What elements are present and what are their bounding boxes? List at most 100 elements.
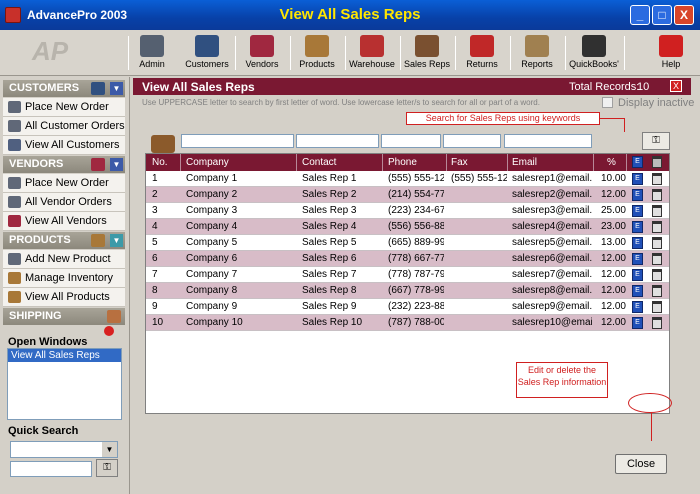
toolbar-separator bbox=[624, 36, 625, 70]
table-row[interactable]: 2 Company 2 Sales Rep 2 (214) 554-77 salesre… bbox=[146, 187, 669, 203]
open-windows-list[interactable]: View All Sales Reps bbox=[7, 348, 122, 420]
table-row[interactable]: 3 Company 3 Sales Rep 3 (223) 234-67 salesre… bbox=[146, 203, 669, 219]
trash-icon[interactable] bbox=[652, 269, 662, 281]
trash-icon[interactable] bbox=[652, 173, 662, 185]
edit-icon[interactable]: E bbox=[632, 301, 643, 313]
edit-icon[interactable]: E bbox=[632, 253, 643, 265]
trash-icon[interactable] bbox=[652, 285, 662, 297]
toolbar-button-help[interactable]: Help bbox=[647, 32, 695, 74]
sidebar-item-view-all-customers[interactable]: View All Customers bbox=[3, 136, 125, 155]
search-email-input[interactable] bbox=[504, 134, 592, 148]
toolbar-button-warehouse[interactable]: Warehouse bbox=[347, 32, 397, 74]
toolbar-button-label: Warehouse bbox=[349, 59, 395, 69]
search-contact-input[interactable] bbox=[296, 134, 379, 148]
sidebar-item-manage-inventory[interactable]: Manage Inventory bbox=[3, 269, 125, 288]
cell-percent: 25.00 bbox=[600, 205, 626, 216]
column-header-no[interactable]: No. bbox=[152, 157, 168, 168]
sidebar-item-customer-place-new-order[interactable]: Place New Order bbox=[3, 98, 125, 117]
sidebar-item-view-all-vendors[interactable]: View All Vendors bbox=[3, 212, 125, 231]
maximize-button[interactable]: □ bbox=[652, 5, 672, 25]
sidebar-item-all-vendor-orders[interactable]: All Vendor Orders bbox=[3, 193, 125, 212]
products-icon bbox=[305, 35, 329, 57]
products-section-header[interactable]: PRODUCTS ▼ bbox=[3, 232, 125, 249]
chevron-down-icon[interactable]: ▼ bbox=[102, 442, 117, 457]
chevron-down-icon[interactable]: ▼ bbox=[110, 234, 123, 247]
column-header-company[interactable]: Company bbox=[186, 157, 229, 168]
edit-icon[interactable]: E bbox=[632, 285, 643, 297]
chevron-down-icon[interactable]: ▼ bbox=[110, 82, 123, 95]
sidebar-item-view-all-products[interactable]: View All Products bbox=[3, 288, 125, 307]
cell-contact: Sales Rep 10 bbox=[302, 317, 363, 328]
cell-email: salesrep10@email bbox=[512, 317, 592, 328]
toolbar-separator bbox=[565, 36, 566, 70]
toolbar-button-customers[interactable]: Customers bbox=[182, 32, 232, 74]
toolbar-button-label: Admin bbox=[139, 59, 165, 69]
search-phone-input[interactable] bbox=[381, 134, 441, 148]
pin-icon[interactable] bbox=[104, 326, 114, 336]
warehouse-icon bbox=[360, 35, 384, 57]
table-row[interactable]: 5 Company 5 Sales Rep 5 (665) 889-99 salesre… bbox=[146, 235, 669, 251]
trash-icon[interactable] bbox=[652, 317, 662, 329]
edit-icon[interactable]: E bbox=[632, 173, 643, 185]
search-company-input[interactable] bbox=[181, 134, 294, 148]
customers-section-header[interactable]: CUSTOMERS ▼ bbox=[3, 80, 125, 97]
toolbar-button-returns[interactable]: Returns bbox=[457, 32, 507, 74]
close-panel-button[interactable]: X bbox=[670, 80, 682, 92]
edit-icon[interactable]: E bbox=[632, 189, 643, 201]
quick-search-input[interactable] bbox=[10, 461, 92, 477]
quick-search-button[interactable]: ⚿ bbox=[96, 459, 118, 477]
display-inactive-toggle[interactable]: Display inactive bbox=[602, 97, 694, 109]
edit-icon[interactable]: E bbox=[632, 237, 643, 249]
search-button[interactable]: ⚿ bbox=[642, 132, 670, 150]
edit-icon[interactable]: E bbox=[632, 317, 643, 329]
table-row[interactable]: 8 Company 8 Sales Rep 8 (667) 778-99 salesre… bbox=[146, 283, 669, 299]
vendors-section-header[interactable]: VENDORS ▼ bbox=[3, 156, 125, 173]
shipping-section-header[interactable]: SHIPPING bbox=[3, 308, 125, 325]
toolbar-button-admin[interactable]: Admin bbox=[128, 32, 176, 74]
trash-icon[interactable] bbox=[652, 237, 662, 249]
trash-icon[interactable] bbox=[652, 253, 662, 265]
cell-no: 5 bbox=[152, 237, 158, 248]
column-separator bbox=[507, 154, 508, 171]
edit-icon[interactable]: E bbox=[632, 221, 643, 233]
close-button[interactable]: Close bbox=[615, 454, 667, 474]
column-header-contact[interactable]: Contact bbox=[302, 157, 336, 168]
chevron-down-icon[interactable]: ▼ bbox=[110, 158, 123, 171]
column-header-fax[interactable]: Fax bbox=[451, 157, 468, 168]
table-row[interactable]: 10 Company 10 Sales Rep 10 (787) 788-00 sale… bbox=[146, 315, 669, 331]
toolbar-button-products[interactable]: Products bbox=[292, 32, 342, 74]
table-row[interactable]: 6 Company 6 Sales Rep 6 (778) 667-77 salesre… bbox=[146, 251, 669, 267]
trash-icon[interactable] bbox=[652, 221, 662, 233]
display-inactive-checkbox[interactable] bbox=[602, 97, 613, 108]
column-header-email[interactable]: Email bbox=[512, 157, 537, 168]
column-header-phone[interactable]: Phone bbox=[388, 157, 417, 168]
sidebar-item-all-customer-orders[interactable]: All Customer Orders bbox=[3, 117, 125, 136]
search-fax-input[interactable] bbox=[443, 134, 501, 148]
sidebar-item-add-new-product[interactable]: Add New Product bbox=[3, 250, 125, 269]
open-window-item[interactable]: View All Sales Reps bbox=[8, 349, 121, 362]
quick-search-type-select[interactable]: ▼ bbox=[10, 441, 118, 458]
minimize-button[interactable]: _ bbox=[630, 5, 650, 25]
table-row[interactable]: 4 Company 4 Sales Rep 4 (556) 556-88 salesre… bbox=[146, 219, 669, 235]
app-logo: AP bbox=[31, 36, 69, 66]
sidebar-item-vendor-place-new-order[interactable]: Place New Order bbox=[3, 174, 125, 193]
sidebar-item-label: View All Vendors bbox=[25, 215, 107, 227]
close-window-button[interactable]: X bbox=[674, 5, 694, 25]
table-row[interactable]: 9 Company 9 Sales Rep 9 (232) 223-88 salesre… bbox=[146, 299, 669, 315]
table-row[interactable]: 1 Company 1 Sales Rep 1 (555) 555-12 (555) 5… bbox=[146, 171, 669, 187]
column-header-percent[interactable]: % bbox=[607, 157, 616, 168]
edit-icon[interactable]: E bbox=[632, 205, 643, 217]
shipping-heading: SHIPPING bbox=[9, 310, 62, 322]
trash-icon[interactable] bbox=[652, 205, 662, 217]
toolbar-button-vendors[interactable]: Vendors bbox=[237, 32, 287, 74]
toolbar-button-reports[interactable]: Reports bbox=[512, 32, 562, 74]
vendors-list-icon bbox=[8, 215, 21, 227]
callout-line bbox=[624, 118, 625, 132]
toolbar-button-sales-reps[interactable]: Sales Reps bbox=[402, 32, 452, 74]
toolbar-button-quickbooks[interactable]: QuickBooks' bbox=[567, 32, 621, 74]
trash-icon[interactable] bbox=[652, 301, 662, 313]
table-row[interactable]: 7 Company 7 Sales Rep 7 (778) 787-79 salesre… bbox=[146, 267, 669, 283]
edit-icon[interactable]: E bbox=[632, 269, 643, 281]
trash-icon[interactable] bbox=[652, 189, 662, 201]
column-separator bbox=[446, 154, 447, 171]
